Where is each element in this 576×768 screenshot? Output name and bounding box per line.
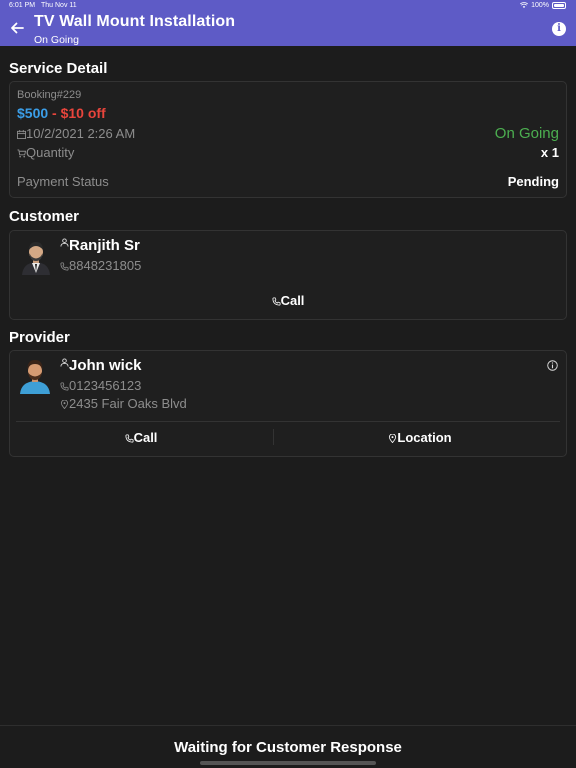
customer-name-row: Ranjith Sr: [60, 237, 140, 254]
booking-id: Booking#229: [17, 89, 82, 101]
phone-icon: [60, 262, 69, 271]
phone-icon: [272, 297, 281, 306]
provider-divider: [16, 421, 560, 422]
provider-call-button[interactable]: Call: [10, 430, 272, 445]
quantity-row: Quantity: [17, 145, 74, 160]
service-detail-title: Service Detail: [9, 60, 108, 77]
discount: - $10 off: [52, 105, 106, 121]
booking-status: On Going: [494, 125, 559, 142]
phone-icon: [60, 382, 69, 391]
battery-percent: 100%: [531, 2, 549, 9]
battery-icon: [552, 2, 566, 9]
waiting-message: Waiting for Customer Response: [174, 739, 402, 756]
status-indicators: 100%: [520, 2, 566, 9]
status-date: Thu Nov 11: [41, 2, 77, 9]
page-subtitle: On Going: [34, 34, 79, 46]
provider-name: John wick: [69, 357, 142, 374]
status-bar: 6:01 PM Thu Nov 11 100%: [0, 0, 576, 12]
provider-name-row: John wick: [60, 357, 142, 374]
bottom-status-bar: Waiting for Customer Response: [0, 725, 576, 768]
cart-icon: [17, 149, 26, 158]
customer-name: Ranjith Sr: [69, 237, 140, 254]
provider-location-button[interactable]: Location: [274, 430, 566, 445]
provider-avatar: [20, 360, 50, 394]
provider-call-label: Call: [133, 430, 158, 445]
calendar-icon: [17, 130, 26, 140]
back-arrow-icon[interactable]: [9, 20, 25, 36]
status-time: 6:01 PM: [9, 2, 36, 9]
provider-address-row: 2435 Fair Oaks Blvd: [60, 396, 187, 411]
customer-title: Customer: [9, 208, 80, 225]
person-icon: [60, 238, 69, 247]
quantity-label: Quantity: [26, 145, 75, 160]
customer-call-label: Call: [280, 293, 305, 308]
customer-avatar: [22, 242, 50, 275]
provider-card: John wick 0123456123 2435 Fair Oaks Blvd…: [9, 350, 567, 457]
provider-address: 2435 Fair Oaks Blvd: [69, 396, 187, 411]
info-icon[interactable]: i: [552, 22, 566, 36]
provider-phone[interactable]: 0123456123: [69, 378, 141, 393]
booking-datetime-row: 10/2/2021 2:26 AM: [17, 126, 135, 141]
provider-phone-row: 0123456123: [60, 378, 141, 393]
quantity-value: x 1: [540, 145, 559, 160]
provider-title: Provider: [9, 329, 70, 346]
price: $500: [17, 105, 49, 121]
customer-call-button[interactable]: Call: [10, 293, 566, 308]
customer-phone-row: 8848231805: [60, 258, 141, 273]
person-icon: [60, 358, 69, 367]
phone-icon: [125, 434, 134, 443]
location-pin-icon: [60, 400, 69, 410]
app-bar: TV Wall Mount Installation On Going i: [0, 12, 576, 46]
home-indicator[interactable]: [200, 761, 376, 765]
customer-card: Ranjith Sr 8848231805 Call: [9, 230, 567, 320]
wifi-icon: [520, 2, 529, 8]
booking-datetime: 10/2/2021 2:26 AM: [26, 126, 136, 141]
customer-phone[interactable]: 8848231805: [69, 258, 141, 273]
provider-location-label: Location: [397, 430, 452, 445]
provider-info-icon[interactable]: [547, 360, 558, 371]
page-title: TV Wall Mount Installation: [34, 13, 236, 30]
payment-status-label: Payment Status: [17, 174, 109, 189]
price-row: $500 - $10 off: [17, 105, 106, 121]
service-detail-card: Booking#229 $500 - $10 off 10/2/2021 2:2…: [9, 81, 567, 198]
payment-status-value: Pending: [507, 174, 559, 189]
